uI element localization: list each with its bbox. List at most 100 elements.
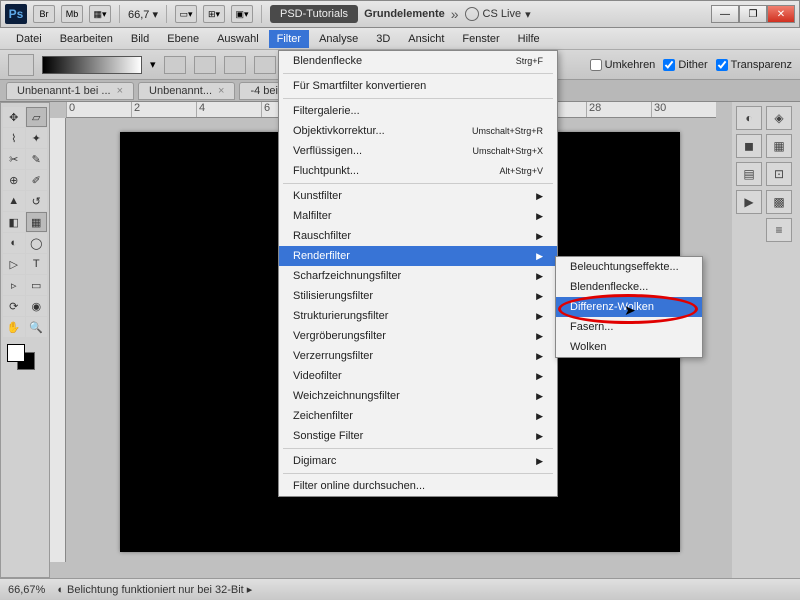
dodge-tool[interactable]: ◯ [26,233,48,253]
gradient-angle-button[interactable] [224,56,246,74]
menu-3d[interactable]: 3D [368,30,398,48]
eyedropper-tool[interactable]: ✎ [26,149,48,169]
menu-item-weichzeichnungsfilter[interactable]: Weichzeichnungsfilter▶ [279,386,557,406]
document-tab[interactable]: Unbenannt-1 bei ...× [6,82,134,100]
menu-item-rauschfilter[interactable]: Rauschfilter▶ [279,226,557,246]
submenu-item-fasern-[interactable]: Fasern... [556,317,702,337]
menu-item-vergr-berungsfilter[interactable]: Vergröberungsfilter▶ [279,326,557,346]
menu-auswahl[interactable]: Auswahl [209,30,267,48]
close-button[interactable]: ✕ [767,5,795,23]
gradient-radial-button[interactable] [194,56,216,74]
filter-menu-dropdown: BlendenfleckeStrg+F Für Smartfilter konve… [278,50,558,497]
workspace-name[interactable]: Grundelemente [364,8,445,20]
workspace-pill[interactable]: PSD-Tutorials [270,5,358,23]
menu-bearbeiten[interactable]: Bearbeiten [52,30,121,48]
menu-ansicht[interactable]: Ansicht [400,30,452,48]
workspace-more-icon[interactable]: » [451,6,459,22]
color-swatches[interactable] [3,342,47,372]
menu-item-strukturierungsfilter[interactable]: Strukturierungsfilter▶ [279,306,557,326]
reverse-checkbox[interactable]: Umkehren [590,59,656,71]
cslive-button[interactable]: CS Live ▾ [465,7,531,21]
gradient-linear-button[interactable] [164,56,186,74]
menu-item-fluchtpunkt-[interactable]: Fluchtpunkt...Alt+Strg+V [279,161,557,181]
pen-tool[interactable]: ▷ [3,254,25,274]
menu-item-filtergalerie-[interactable]: Filtergalerie... [279,101,557,121]
adjustments-panel-icon[interactable]: ◐ [736,106,762,130]
screen-mode-button[interactable]: ▣▾ [231,5,253,23]
dither-checkbox[interactable]: Dither [663,59,707,71]
minimize-button[interactable]: — [711,5,739,23]
gradient-dropdown-icon[interactable]: ▾ [150,58,156,71]
gradient-reflected-button[interactable] [254,56,276,74]
minibridge-button[interactable]: Mb [61,5,83,23]
history-panel-icon[interactable]: ▤ [736,162,762,186]
status-zoom[interactable]: 66,67% [8,584,45,596]
document-tab[interactable]: Unbenannt...× [138,82,235,100]
menu-item-sonstige-filter[interactable]: Sonstige Filter▶ [279,426,557,446]
blur-tool[interactable]: ◐ [3,233,25,253]
3d-tool[interactable]: ⟳ [3,296,25,316]
3d-camera-tool[interactable]: ◉ [26,296,48,316]
menu-item-digimarc[interactable]: Digimarc▶ [279,451,557,471]
menu-bild[interactable]: Bild [123,30,157,48]
type-tool[interactable]: T [26,254,48,274]
submenu-item-blendenflecke-[interactable]: Blendenflecke... [556,277,702,297]
menu-item-scharfzeichnungsfilter[interactable]: Scharfzeichnungsfilter▶ [279,266,557,286]
tab-close-icon[interactable]: × [117,85,123,97]
arrange-button[interactable]: ⊞▾ [203,5,225,23]
menu-item-videofilter[interactable]: Videofilter▶ [279,366,557,386]
stamp-tool[interactable]: ▲ [3,191,25,211]
zoom-level[interactable]: 66,7 ▾ [128,8,158,21]
current-tool-icon[interactable] [8,54,34,76]
move-tool[interactable]: ✥ [3,107,25,127]
gradient-preview[interactable] [42,56,142,74]
menu-item-zeichenfilter[interactable]: Zeichenfilter▶ [279,406,557,426]
marquee-tool[interactable]: ▱ [26,107,48,127]
menu-hilfe[interactable]: Hilfe [510,30,548,48]
foreground-color-swatch[interactable] [7,344,25,362]
menu-item-kunstfilter[interactable]: Kunstfilter▶ [279,186,557,206]
menu-item-verzerrungsfilter[interactable]: Verzerrungsfilter▶ [279,346,557,366]
layout-button[interactable]: ▦▾ [89,5,111,23]
history-brush-tool[interactable]: ↺ [26,191,48,211]
menu-item-malfilter[interactable]: Malfilter▶ [279,206,557,226]
styles-panel-icon[interactable]: ≡ [766,218,792,242]
swatches-panel-icon[interactable]: ▩ [766,190,792,214]
wand-tool[interactable]: ✦ [26,128,48,148]
menu-datei[interactable]: Datei [8,30,50,48]
transparency-checkbox[interactable]: Transparenz [716,59,792,71]
channels-panel-icon[interactable]: ▦ [766,134,792,158]
submenu-item-wolken[interactable]: Wolken [556,337,702,357]
crop-tool[interactable]: ✂ [3,149,25,169]
view-extras-button[interactable]: ▭▾ [175,5,197,23]
lasso-tool[interactable]: ⌇ [3,128,25,148]
menu-filter[interactable]: Filter [269,30,309,48]
eraser-tool[interactable]: ◧ [3,212,25,232]
menu-item-blendenflecke[interactable]: BlendenfleckeStrg+F [279,51,557,71]
actions-panel-icon[interactable]: ▶ [736,190,762,214]
tab-close-icon[interactable]: × [218,85,224,97]
menu-analyse[interactable]: Analyse [311,30,366,48]
menu-item-objektivkorrektur-[interactable]: Objektivkorrektur...Umschalt+Strg+R [279,121,557,141]
heal-tool[interactable]: ⊕ [3,170,25,190]
menu-item-filter-online-durchsuchen-[interactable]: Filter online durchsuchen... [279,476,557,496]
bridge-button[interactable]: Br [33,5,55,23]
layers-panel-icon[interactable]: ◈ [766,106,792,130]
menu-item-f-r-smartfilter-konvertieren[interactable]: Für Smartfilter konvertieren [279,76,557,96]
zoom-tool[interactable]: 🔍 [26,317,48,337]
menu-item-stilisierungsfilter[interactable]: Stilisierungsfilter▶ [279,286,557,306]
gradient-tool[interactable]: ▦ [26,212,48,232]
path-tool[interactable]: ▹ [3,275,25,295]
menu-ebene[interactable]: Ebene [159,30,207,48]
shape-tool[interactable]: ▭ [26,275,48,295]
paths-panel-icon[interactable]: ⊡ [766,162,792,186]
menu-fenster[interactable]: Fenster [454,30,507,48]
brush-tool[interactable]: ✐ [26,170,48,190]
masks-panel-icon[interactable]: ◼ [736,134,762,158]
cslive-icon [465,7,479,21]
menu-item-renderfilter[interactable]: Renderfilter▶ [279,246,557,266]
hand-tool[interactable]: ✋ [3,317,25,337]
submenu-item-beleuchtungseffekte-[interactable]: Beleuchtungseffekte... [556,257,702,277]
menu-item-verfl-ssigen-[interactable]: Verflüssigen...Umschalt+Strg+X [279,141,557,161]
maximize-button[interactable]: ❐ [739,5,767,23]
